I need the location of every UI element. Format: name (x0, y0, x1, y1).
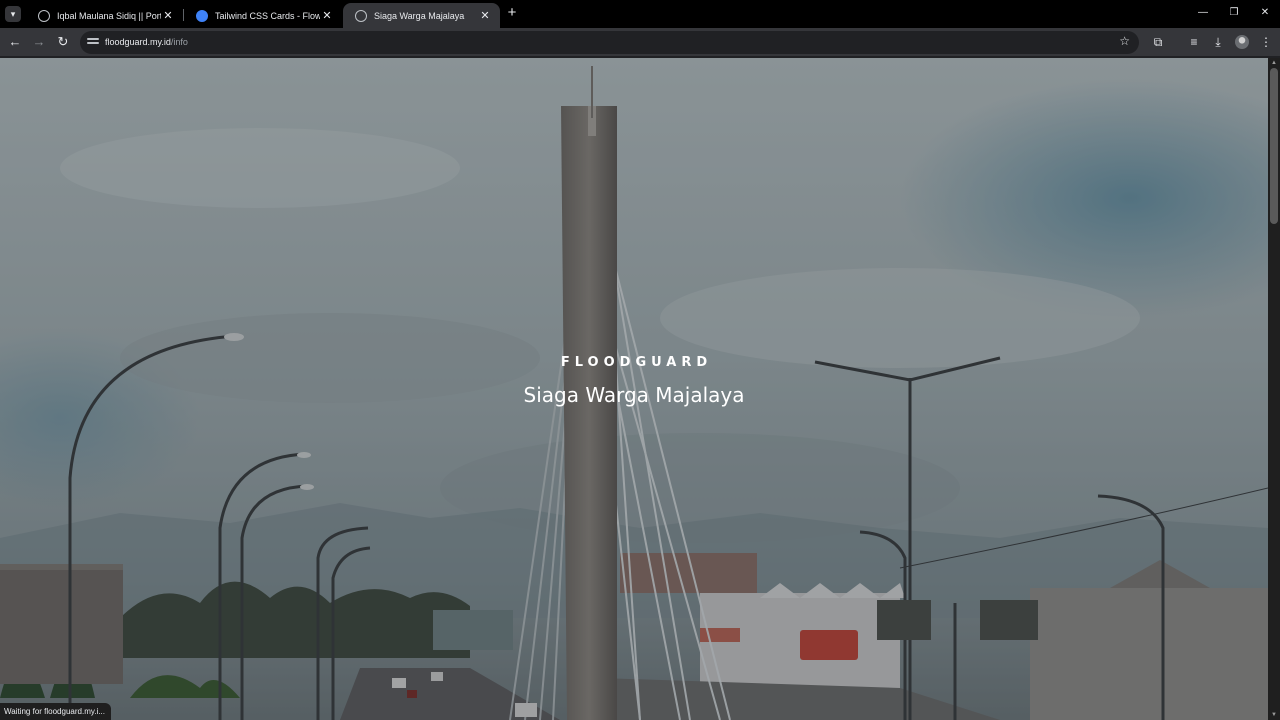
tab-search-button[interactable]: ▾ (5, 6, 21, 22)
tab-title: Siaga Warga Majalaya (374, 10, 465, 21)
loading-status: Waiting for floodguard.my.i... (0, 703, 111, 720)
page-scrollbar[interactable]: ▲ ▼ (1268, 58, 1280, 720)
scroll-up-arrow-icon[interactable]: ▲ (1270, 59, 1278, 67)
forward-icon[interactable]: → (31, 34, 47, 50)
tab-flowbite[interactable]: Tailwind CSS Cards - Flowbite ✕ (184, 3, 342, 28)
close-icon[interactable]: ✕ (161, 9, 175, 22)
restore-icon[interactable]: ❐ (1224, 5, 1244, 21)
url-text[interactable]: floodguard.my.id/info (105, 31, 188, 54)
hero-heading-group: FLOODGUARD Siaga Warga Majalaya (0, 355, 1268, 407)
bookmark-star-icon[interactable]: ☆ (1119, 34, 1130, 48)
globe-icon (355, 9, 367, 22)
tab-title: Tailwind CSS Cards - Flowbite (215, 10, 320, 21)
site-info-icon[interactable] (87, 36, 99, 48)
tab-portfolio[interactable]: Iqbal Maulana Sidiq || Portfolio ✕ (26, 3, 183, 28)
new-tab-button[interactable]: + (504, 5, 520, 21)
page-viewport: FLOODGUARD Siaga Warga Majalaya (0, 58, 1268, 720)
tab-siaga-warga[interactable]: Siaga Warga Majalaya ✕ (343, 3, 500, 28)
url-host: floodguard.my.id (105, 37, 171, 47)
close-window-icon[interactable]: ✕ (1255, 5, 1275, 21)
close-icon[interactable]: ✕ (478, 9, 492, 22)
tab-strip: ▾ Iqbal Maulana Sidiq || Portfolio ✕ Tai… (0, 0, 1280, 28)
tab-title: Iqbal Maulana Sidiq || Portfolio (57, 10, 161, 21)
browser-toolbar: ← → ↻ floodguard.my.id/info ☆ ⧉ ≡ ⤓ ⋮ (0, 28, 1280, 57)
reading-list-icon[interactable]: ≡ (1186, 34, 1202, 50)
flowbite-icon (196, 9, 208, 22)
reload-icon[interactable]: ↻ (55, 34, 71, 50)
address-bar[interactable]: floodguard.my.id/info ☆ (80, 31, 1139, 54)
hero-tagline: Siaga Warga Majalaya (523, 383, 745, 407)
profile-avatar[interactable] (1235, 35, 1249, 49)
back-icon[interactable]: ← (7, 34, 23, 50)
url-path: /info (170, 37, 188, 47)
scroll-down-arrow-icon[interactable]: ▼ (1270, 711, 1278, 719)
extensions-icon[interactable]: ⧉ (1150, 34, 1166, 50)
menu-kebab-icon[interactable]: ⋮ (1258, 34, 1274, 50)
download-icon[interactable]: ⤓ (1210, 34, 1226, 50)
scroll-thumb[interactable] (1270, 68, 1278, 224)
close-icon[interactable]: ✕ (320, 9, 334, 22)
brand-title: FLOODGUARD (560, 355, 713, 370)
globe-icon (38, 9, 50, 22)
minimize-icon[interactable]: — (1193, 5, 1213, 21)
